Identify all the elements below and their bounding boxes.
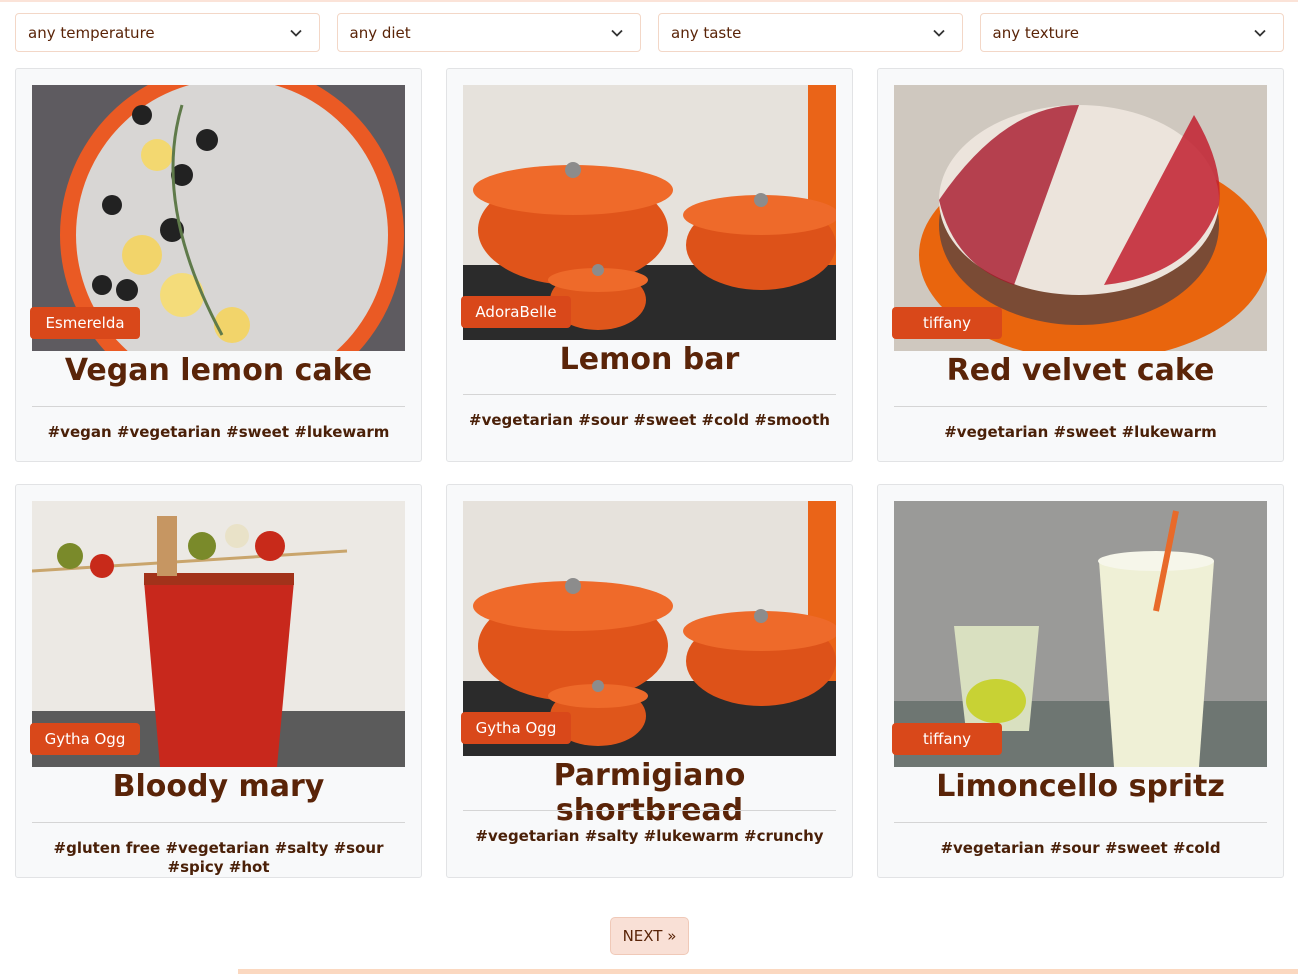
divider — [894, 822, 1267, 823]
recipe-card[interactable]: tiffany Red velvet cake #vegetarian #swe… — [877, 68, 1284, 462]
recipe-card[interactable]: tiffany Limoncello spritz #vegetarian #s… — [877, 484, 1284, 878]
texture-filter-value: any texture — [992, 23, 1080, 42]
top-border — [0, 0, 1298, 2]
recipe-tags: #vegetarian #sour #sweet #cold #smooth — [469, 411, 830, 429]
recipe-card[interactable]: Gytha Ogg Bloody mary #gluten free #vege… — [15, 484, 422, 878]
recipe-grid: Esmerelda Vegan lemon cake #vegan #veget… — [15, 68, 1284, 878]
recipe-title[interactable]: Limoncello spritz — [894, 769, 1267, 804]
divider — [894, 406, 1267, 407]
texture-filter-select[interactable]: any texture — [979, 13, 1284, 52]
author-badge[interactable]: Gytha Ogg — [30, 723, 140, 755]
chevron-down-icon — [289, 29, 302, 37]
divider — [463, 810, 836, 811]
recipe-title[interactable]: Parmigiano shortbread — [463, 758, 836, 828]
chevron-down-icon — [1254, 29, 1266, 37]
recipe-title[interactable]: Vegan lemon cake — [32, 353, 405, 388]
recipe-tags: #vegetarian #salty #lukewarm #crunchy — [475, 827, 824, 845]
recipe-tags: #vegetarian #sour #sweet #cold — [940, 839, 1221, 857]
recipe-card[interactable]: AdoraBelle Lemon bar #vegetarian #sour #… — [446, 68, 853, 462]
next-page-button[interactable]: NEXT » — [610, 917, 689, 955]
author-badge[interactable]: tiffany — [892, 723, 1002, 755]
diet-filter-select[interactable]: any diet — [336, 13, 641, 52]
chevron-down-icon — [611, 29, 623, 37]
divider — [32, 406, 405, 407]
author-badge[interactable]: tiffany — [892, 307, 1002, 339]
recipe-title[interactable]: Red velvet cake — [894, 353, 1267, 388]
recipe-tags: #gluten free #vegetarian #salty #sour #s… — [53, 839, 384, 876]
divider — [32, 822, 405, 823]
recipe-card[interactable]: Esmerelda Vegan lemon cake #vegan #veget… — [15, 68, 422, 462]
author-badge[interactable]: AdoraBelle — [461, 296, 571, 328]
recipe-tags: #vegetarian #sweet #lukewarm — [944, 423, 1217, 441]
author-badge[interactable]: Esmerelda — [30, 307, 140, 339]
recipe-title[interactable]: Bloody mary — [32, 769, 405, 804]
bottom-border — [238, 969, 1298, 974]
chevron-down-icon — [932, 29, 945, 37]
diet-filter-value: any diet — [349, 23, 411, 42]
recipe-title[interactable]: Lemon bar — [463, 342, 836, 377]
author-badge[interactable]: Gytha Ogg — [461, 712, 571, 744]
filter-bar: any temperature any diet any taste any t… — [15, 13, 1284, 52]
taste-filter-value: any taste — [671, 23, 742, 42]
divider — [463, 394, 836, 395]
recipe-tags: #vegan #vegetarian #sweet #lukewarm — [47, 423, 390, 441]
temperature-filter-select[interactable]: any temperature — [15, 13, 320, 52]
recipe-card[interactable]: Gytha Ogg Parmigiano shortbread #vegetar… — [446, 484, 853, 878]
taste-filter-select[interactable]: any taste — [658, 13, 963, 52]
temperature-filter-value: any temperature — [28, 23, 155, 42]
